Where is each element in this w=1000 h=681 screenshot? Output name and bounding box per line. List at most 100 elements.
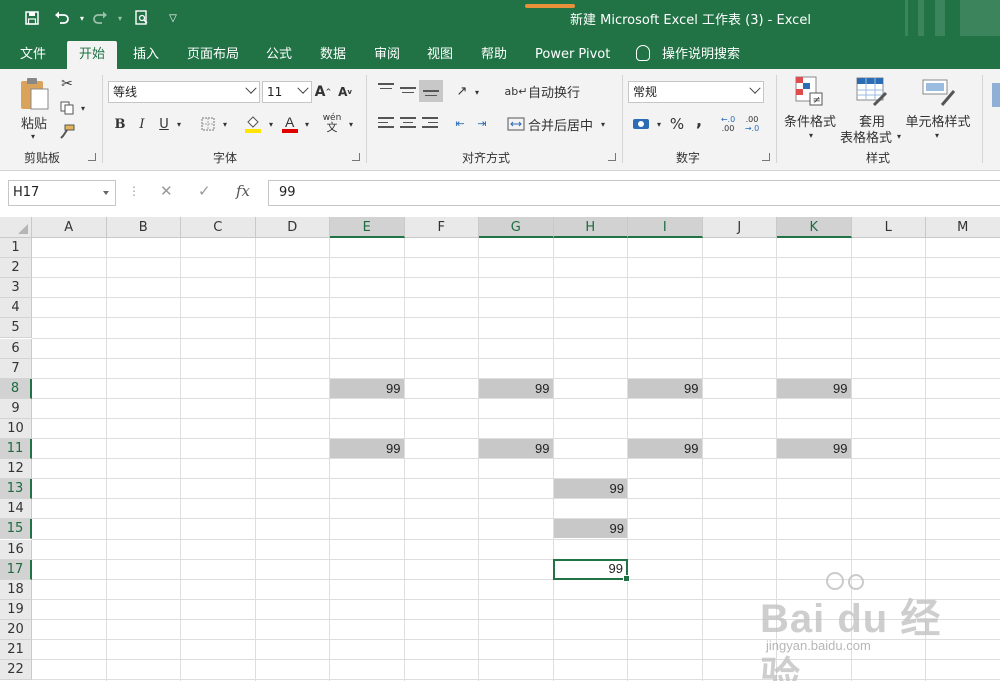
increase-indent-icon[interactable]: ⇥ (472, 113, 492, 133)
phonetic-guide-button[interactable]: wén 文 (320, 111, 344, 135)
alignment-launcher-icon[interactable] (608, 153, 616, 161)
tell-me-search[interactable]: 操作说明搜索 (636, 41, 740, 69)
clipboard-launcher-icon[interactable] (88, 153, 96, 161)
row-header-16[interactable]: 16 (0, 539, 32, 560)
column-header-c[interactable]: C (181, 217, 256, 238)
copy-icon[interactable] (58, 99, 76, 117)
row-header-13[interactable]: 13 (0, 479, 32, 500)
increase-decimal-icon[interactable]: ←.0.00 (718, 113, 738, 135)
column-header-l[interactable]: L (851, 217, 926, 238)
row-header-8[interactable]: 8 (0, 378, 32, 399)
row-header-3[interactable]: 3 (0, 278, 32, 299)
row-header-17[interactable]: 17 (0, 559, 32, 580)
font-color-dropdown-icon[interactable]: ▾ (302, 117, 312, 131)
conditional-formatting-icon[interactable]: ≠ (794, 75, 824, 110)
undo-dropdown-icon[interactable]: ▾ (72, 8, 92, 28)
copy-dropdown-icon[interactable]: ▾ (78, 101, 88, 115)
percent-button[interactable]: % (668, 115, 686, 133)
font-launcher-icon[interactable] (352, 153, 360, 161)
decrease-font-icon[interactable]: Av (336, 83, 354, 101)
tab-file[interactable]: 文件 (8, 41, 58, 69)
cancel-icon[interactable]: ✕ (160, 182, 173, 200)
conditional-formatting-button[interactable]: 条件格式 (782, 111, 838, 130)
print-preview-icon[interactable] (132, 8, 152, 28)
paste-button[interactable]: 粘贴 (14, 113, 54, 132)
column-header-m[interactable]: M (926, 217, 1000, 238)
row-header-18[interactable]: 18 (0, 579, 32, 600)
underline-dropdown-icon[interactable]: ▾ (174, 117, 184, 131)
column-header-h[interactable]: H (553, 217, 628, 238)
tab-formulas[interactable]: 公式 (254, 41, 304, 69)
column-header-j[interactable]: J (702, 217, 777, 238)
borders-icon[interactable] (198, 115, 218, 133)
cell-h15[interactable]: 99 (553, 519, 627, 539)
insert-function-icon[interactable]: fx (236, 182, 250, 200)
row-header-21[interactable]: 21 (0, 640, 32, 661)
cell-styles-icon[interactable] (922, 77, 956, 110)
orientation-dropdown-icon[interactable]: ▾ (472, 85, 482, 99)
font-name-combo[interactable]: 等线 (108, 81, 260, 103)
align-top-icon[interactable] (378, 83, 394, 97)
tab-view[interactable]: 视图 (415, 41, 465, 69)
format-as-table-icon[interactable] (856, 77, 888, 110)
customize-toolbar-icon[interactable]: ▽ (163, 8, 183, 28)
cell-i11[interactable]: 99 (628, 439, 702, 459)
row-header-10[interactable]: 10 (0, 418, 32, 439)
tab-help[interactable]: 帮助 (469, 41, 519, 69)
column-header-b[interactable]: B (106, 217, 181, 238)
merge-center-button[interactable]: 合并后居中 (528, 115, 593, 134)
row-header-1[interactable]: 1 (0, 238, 32, 259)
row-header-22[interactable]: 22 (0, 660, 32, 681)
align-right-icon[interactable] (422, 117, 438, 131)
undo-icon[interactable] (52, 8, 72, 28)
row-header-20[interactable]: 20 (0, 619, 32, 640)
align-left-icon[interactable] (378, 117, 394, 131)
paste-icon[interactable] (18, 77, 50, 114)
redo-dropdown-icon[interactable]: ▾ (110, 8, 130, 28)
cell-h17[interactable]: 99 (552, 558, 630, 582)
increase-font-icon[interactable]: A ^ (314, 83, 332, 101)
conditional-formatting-dropdown-icon[interactable]: ▾ (806, 129, 816, 141)
row-header-15[interactable]: 15 (0, 519, 32, 540)
cell-h13[interactable]: 99 (553, 479, 627, 499)
phonetic-dropdown-icon[interactable]: ▾ (346, 117, 356, 131)
borders-dropdown-icon[interactable]: ▾ (220, 117, 230, 131)
cell-e11[interactable]: 99 (330, 439, 404, 459)
format-as-table-dropdown-icon[interactable]: ▾ (894, 130, 904, 142)
fill-color-icon[interactable] (242, 113, 264, 135)
cell-i8[interactable]: 99 (628, 378, 702, 398)
redo-icon[interactable] (90, 8, 110, 28)
save-icon[interactable] (22, 8, 42, 28)
row-header-12[interactable]: 12 (0, 459, 32, 480)
column-header-d[interactable]: D (255, 217, 330, 238)
underline-button[interactable]: U (156, 115, 172, 133)
wrap-text-button[interactable]: 自动换行 (528, 81, 580, 101)
formula-input[interactable]: 99 (268, 180, 1000, 206)
font-size-combo[interactable]: 11 (262, 81, 312, 103)
row-header-9[interactable]: 9 (0, 398, 32, 419)
tab-data[interactable]: 数据 (308, 41, 358, 69)
row-header-6[interactable]: 6 (0, 338, 32, 359)
fill-color-dropdown-icon[interactable]: ▾ (266, 117, 276, 131)
tab-power-pivot[interactable]: Power Pivot (523, 41, 622, 69)
align-middle-icon[interactable] (400, 87, 416, 101)
decrease-indent-icon[interactable]: ⇤ (450, 113, 470, 133)
row-header-4[interactable]: 4 (0, 298, 32, 319)
align-center-icon[interactable] (400, 117, 416, 131)
merge-dropdown-icon[interactable]: ▾ (598, 117, 608, 131)
row-header-7[interactable]: 7 (0, 358, 32, 379)
cell-g11[interactable]: 99 (479, 439, 553, 459)
accounting-dropdown-icon[interactable]: ▾ (654, 117, 664, 131)
column-header-k[interactable]: K (777, 217, 852, 238)
number-format-combo[interactable]: 常规 (628, 81, 764, 103)
column-header-a[interactable]: A (32, 217, 107, 238)
cell-g8[interactable]: 99 (479, 378, 553, 398)
decrease-decimal-icon[interactable]: .00 →.0 (742, 113, 762, 135)
number-launcher-icon[interactable] (762, 153, 770, 161)
enter-icon[interactable]: ✓ (198, 182, 211, 200)
tab-home[interactable]: 开始 (67, 41, 118, 69)
font-color-icon[interactable]: A (280, 113, 300, 135)
column-header-g[interactable]: G (479, 217, 554, 238)
cell-e8[interactable]: 99 (330, 378, 404, 398)
orientation-icon[interactable]: ↗ (452, 81, 472, 101)
